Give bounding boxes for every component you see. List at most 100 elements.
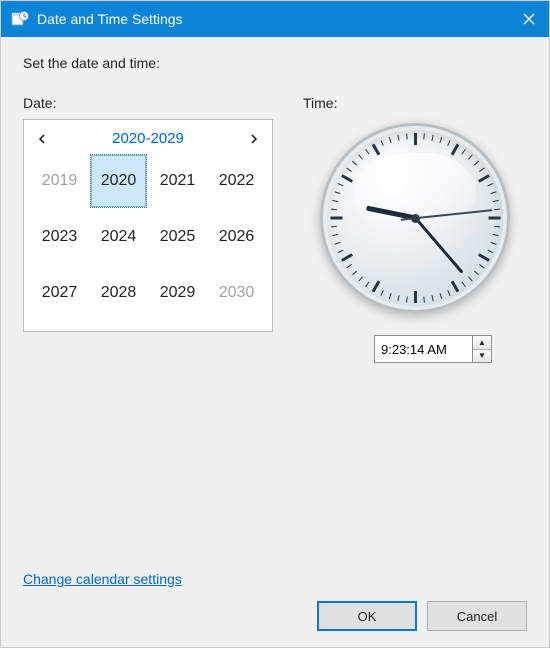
tick-major: [414, 133, 417, 145]
calendar-header: 2020-2029: [30, 126, 266, 153]
calendar: 2020-2029 201920202021202220232024202520…: [23, 119, 273, 332]
tick-minor: [431, 135, 433, 141]
tick-minor: [447, 140, 450, 146]
tick-major: [450, 144, 459, 156]
year-cell[interactable]: 2021: [148, 153, 207, 209]
tick-minor: [467, 276, 472, 281]
tick-minor: [337, 183, 343, 186]
change-calendar-settings-link[interactable]: Change calendar settings: [23, 571, 182, 587]
time-spinner: ▲ ▼: [374, 335, 492, 363]
year-cell[interactable]: 2026: [207, 209, 266, 265]
tick-minor: [406, 133, 408, 139]
cancel-button[interactable]: Cancel: [427, 601, 527, 631]
tick-minor: [487, 250, 493, 253]
datetime-icon: [11, 10, 29, 28]
tick-minor: [490, 191, 496, 194]
dialog-footer: OK Cancel: [23, 601, 527, 631]
year-cell[interactable]: 2030: [207, 265, 266, 321]
tick-minor: [365, 149, 369, 154]
tick-minor: [492, 200, 498, 202]
tick-minor: [332, 200, 338, 202]
tick-major: [488, 217, 500, 220]
tick-minor: [397, 135, 399, 141]
tick-major: [341, 174, 353, 183]
window-title: Date and Time Settings: [37, 11, 509, 27]
calendar-next-button[interactable]: [246, 131, 262, 147]
analog-clock: [320, 123, 510, 313]
tick-major: [371, 144, 380, 156]
tick-minor: [473, 161, 478, 166]
spinner-down-button[interactable]: ▼: [473, 350, 491, 363]
tick-minor: [380, 290, 383, 296]
tick-minor: [490, 242, 496, 245]
spinner-buttons: ▲ ▼: [472, 335, 492, 363]
clock-center: [411, 214, 420, 223]
tick-minor: [479, 264, 484, 268]
tick-minor: [492, 234, 498, 236]
date-label: Date:: [23, 95, 273, 111]
year-cell[interactable]: 2029: [148, 265, 207, 321]
tick-minor: [346, 168, 351, 172]
tick-minor: [334, 191, 340, 194]
close-button[interactable]: [509, 1, 549, 37]
chevron-right-icon: [250, 134, 258, 144]
time-input[interactable]: [374, 335, 472, 363]
ok-button[interactable]: OK: [317, 601, 417, 631]
tick-major: [477, 174, 489, 183]
tick-minor: [487, 183, 493, 186]
tick-minor: [351, 270, 356, 275]
year-cell[interactable]: 2028: [89, 265, 148, 321]
tick-major: [414, 291, 417, 303]
tick-minor: [332, 234, 338, 236]
tick-minor: [365, 282, 369, 287]
year-cell[interactable]: 2027: [30, 265, 89, 321]
tick-minor: [330, 226, 336, 228]
content-area: Set the date and time: Date: 2020-2029 2…: [1, 37, 549, 647]
tick-minor: [494, 209, 500, 211]
tick-minor: [494, 226, 500, 228]
tick-minor: [351, 161, 356, 166]
year-cell[interactable]: 2019: [30, 153, 89, 209]
year-cell[interactable]: 2025: [148, 209, 207, 265]
tick-minor: [423, 133, 425, 139]
tick-major: [330, 217, 342, 220]
tick-minor: [358, 154, 363, 159]
triangle-up-icon: ▲: [478, 338, 486, 347]
year-cell[interactable]: 2022: [207, 153, 266, 209]
tick-minor: [346, 264, 351, 268]
year-grid: 2019202020212022 2023202420252026 20272028…: [30, 153, 266, 321]
triangle-down-icon: ▼: [478, 351, 486, 360]
tick-minor: [337, 250, 343, 253]
calendar-prev-button[interactable]: [34, 131, 50, 147]
year-cell[interactable]: 2020: [91, 155, 146, 207]
tick-minor: [431, 295, 433, 301]
tick-minor: [439, 137, 442, 143]
year-cell[interactable]: 2023: [30, 209, 89, 265]
tick-major: [477, 253, 489, 262]
tick-minor: [461, 149, 465, 154]
tick-minor: [388, 137, 391, 143]
calendar-range-button[interactable]: 2020-2029: [112, 130, 184, 147]
tick-minor: [423, 297, 425, 303]
spinner-up-button[interactable]: ▲: [473, 336, 491, 350]
tick-minor: [439, 293, 442, 299]
tick-minor: [358, 276, 363, 281]
tick-minor: [467, 154, 472, 159]
tick-minor: [479, 168, 484, 172]
chevron-left-icon: [38, 134, 46, 144]
tick-major: [450, 280, 459, 292]
time-label: Time:: [303, 95, 527, 111]
tick-major: [341, 253, 353, 262]
year-cell[interactable]: 2024: [89, 209, 148, 265]
tick-minor: [388, 293, 391, 299]
tick-minor: [380, 140, 383, 146]
tick-major: [371, 280, 380, 292]
tick-minor: [447, 290, 450, 296]
page-heading: Set the date and time:: [23, 55, 527, 71]
tick-minor: [334, 242, 340, 245]
titlebar: Date and Time Settings: [1, 1, 549, 37]
tick-minor: [406, 297, 408, 303]
tick-minor: [473, 270, 478, 275]
tick-minor: [397, 295, 399, 301]
tick-minor: [461, 282, 465, 287]
